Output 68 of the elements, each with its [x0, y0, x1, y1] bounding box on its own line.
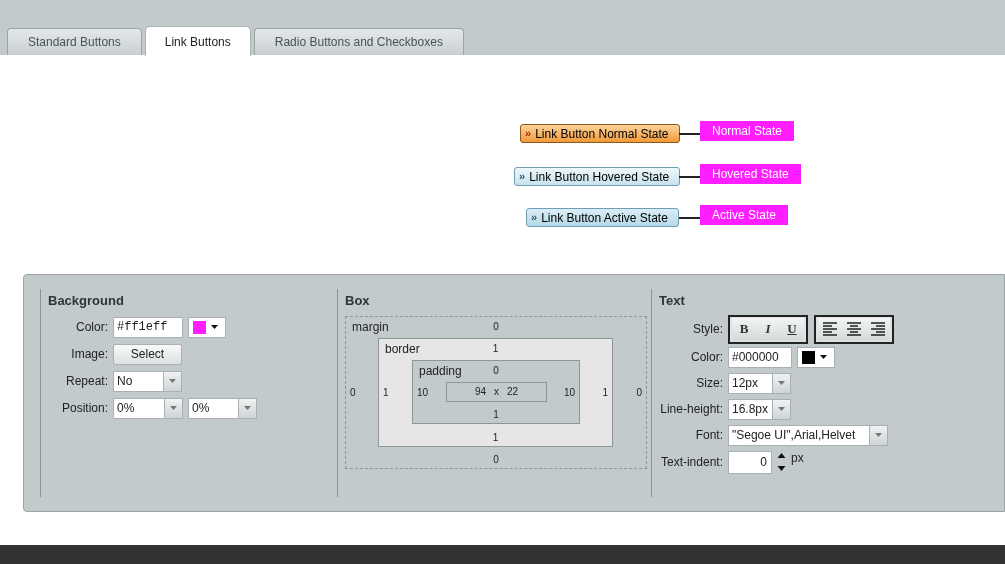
caret-icon [778, 381, 785, 385]
section-title: Box [345, 292, 371, 310]
dropdown-field[interactable]: 0% [188, 397, 257, 419]
dropdown-field[interactable]: 12px [728, 372, 791, 394]
tab[interactable]: Standard Buttons [7, 28, 142, 55]
box-value: 10 [417, 385, 429, 399]
dropdown-field[interactable]: 0% [113, 397, 183, 419]
box-value: 0 [636, 385, 642, 400]
box-value: 1 [383, 385, 389, 400]
box-value: 1 [602, 385, 608, 400]
box-value: 0 [493, 319, 499, 334]
input-field[interactable]: #ff1eff [113, 316, 183, 338]
style-button[interactable]: U [780, 317, 804, 341]
box-value: x [494, 385, 499, 399]
field-label: Style: [692, 321, 723, 338]
box-label: margin [352, 318, 389, 336]
state-tag: Normal State [700, 121, 795, 141]
box-value: 0 [350, 385, 356, 400]
section-title: Text [659, 292, 686, 310]
field-label: Repeat: [64, 373, 108, 390]
link-button[interactable]: » Link Button Active State [526, 208, 679, 227]
box-label: padding [419, 362, 462, 380]
caret-icon [170, 406, 177, 410]
field-label: Text-indent: [659, 454, 723, 471]
field-label: Line-height: [659, 401, 723, 418]
align-center-icon[interactable] [846, 322, 862, 336]
caret-icon [169, 379, 176, 383]
field-label: Font: [694, 427, 723, 444]
spinner-icon[interactable] [777, 452, 786, 472]
field-label: Position: [60, 400, 108, 417]
box-value: 94 [474, 385, 486, 399]
dropdown-field[interactable]: No [113, 370, 182, 392]
field-label: Color: [690, 349, 723, 366]
box-value: 1 [492, 430, 499, 445]
unit-label: px [791, 450, 804, 467]
box-value: 10 [563, 385, 575, 399]
box-value: 22 [507, 385, 519, 399]
box-label: border [385, 340, 420, 358]
state-tag: Hovered State [700, 164, 801, 184]
style-button[interactable]: I [756, 317, 780, 341]
tab[interactable]: Radio Buttons and Checkboxes [253, 28, 464, 55]
link-button[interactable]: » Link Button Normal State [520, 124, 680, 143]
link-button[interactable]: » Link Button Hovered State [514, 167, 681, 186]
box-value: 1 [493, 407, 499, 422]
color-picker[interactable] [797, 346, 835, 368]
style-button[interactable]: B [732, 317, 756, 341]
caret-icon [820, 355, 827, 359]
tab[interactable]: Link Buttons [144, 26, 251, 56]
field-label: Image: [70, 346, 108, 363]
dropdown-field[interactable]: 16.8px [728, 398, 791, 420]
align-right-icon[interactable] [870, 322, 886, 336]
dropdown-field[interactable]: "Segoe UI",Arial,Helvet [728, 424, 888, 446]
box-value: 0 [493, 452, 499, 467]
caret-icon [211, 325, 218, 329]
section-title: Background [48, 292, 125, 310]
caret-icon [244, 406, 251, 410]
field-label: Color: [75, 319, 108, 336]
box-value: 0 [493, 363, 499, 378]
caret-icon [778, 407, 785, 411]
number-field[interactable]: 0 [728, 450, 772, 474]
caret-icon [875, 433, 882, 437]
color-picker[interactable] [188, 316, 226, 338]
select-button[interactable]: Select [113, 343, 182, 365]
input-field[interactable]: #000000 [728, 346, 792, 368]
box-value: 1 [492, 341, 499, 356]
field-label: Size: [695, 375, 723, 392]
state-tag: Active State [700, 205, 789, 225]
align-left-icon[interactable] [822, 322, 838, 336]
